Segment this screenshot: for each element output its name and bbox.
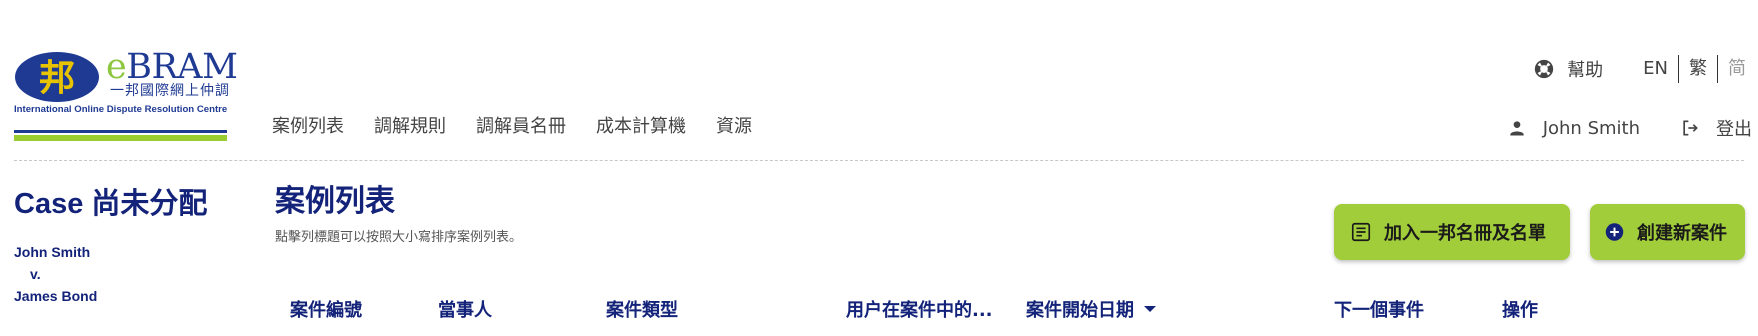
logo-chinese-name: 一邦國際網上仲調 xyxy=(110,83,230,99)
plus-circle-icon xyxy=(1605,223,1624,241)
logout-label: 登出 xyxy=(1716,119,1752,140)
column-header-actions[interactable]: 操作 xyxy=(1502,296,1538,322)
nav-mediation-rules[interactable]: 調解規則 xyxy=(374,112,446,138)
lang-en[interactable]: EN xyxy=(1633,55,1678,83)
person-icon xyxy=(1510,121,1524,136)
lang-simplified[interactable]: 简 xyxy=(1717,55,1758,83)
page-subtitle: 點擊列標題可以按照大小寫排序案例列表。 xyxy=(275,230,523,245)
logo-mark: 邦 xyxy=(15,52,99,102)
user-bar: John Smith 登出 xyxy=(1507,114,1758,142)
logo-english-name: International Online Dispute Resolution … xyxy=(14,104,228,115)
case-heading: Case 尚未分配 xyxy=(14,188,208,220)
logout-button[interactable]: 登出 xyxy=(1680,115,1758,141)
help-link[interactable]: 幫助 xyxy=(1533,56,1603,82)
registry-list-icon xyxy=(1351,222,1371,242)
column-header-user-role[interactable]: 用户在案件中的... xyxy=(846,296,993,322)
column-header-case-type[interactable]: 案件類型 xyxy=(606,296,678,322)
logout-icon xyxy=(1683,120,1698,136)
logo-mark-glyph: 邦 xyxy=(39,57,75,99)
column-header-next-event[interactable]: 下一個事件 xyxy=(1334,296,1424,322)
sort-down-icon xyxy=(1144,306,1156,312)
lang-traditional[interactable]: 繁 xyxy=(1678,55,1717,83)
column-header-start-date[interactable]: 案件開始日期 xyxy=(1026,296,1156,322)
page-title: 案例列表 xyxy=(275,185,395,218)
lifebuoy-icon xyxy=(1534,59,1554,79)
nav-cost-calculator[interactable]: 成本計算機 xyxy=(596,112,686,138)
nav-mediator-panel[interactable]: 調解員名冊 xyxy=(476,112,566,138)
help-label: 幫助 xyxy=(1567,60,1604,81)
create-case-label: 創建新案件 xyxy=(1637,223,1727,244)
add-to-registry-button[interactable]: 加入一邦名冊及名單 xyxy=(1334,204,1570,260)
logo-underline-navy xyxy=(14,130,227,133)
column-header-parties[interactable]: 當事人 xyxy=(438,296,492,322)
add-to-registry-label: 加入一邦名冊及名單 xyxy=(1384,223,1546,244)
nav-resources[interactable]: 資源 xyxy=(716,112,752,138)
header-divider xyxy=(14,160,1744,161)
create-case-button[interactable]: 創建新案件 xyxy=(1590,204,1745,260)
party-a: John Smith xyxy=(14,244,91,260)
user-name: John Smith xyxy=(1542,117,1640,139)
versus-label: v. xyxy=(30,266,41,282)
logo-underline-green xyxy=(14,135,227,141)
main-nav: 案例列表 調解規則 調解員名冊 成本計算機 資源 xyxy=(272,112,782,138)
user-profile[interactable]: John Smith xyxy=(1507,118,1640,139)
nav-case-list[interactable]: 案例列表 xyxy=(272,112,344,138)
utility-bar: 幫助 EN 繁 简 xyxy=(1533,54,1758,84)
start-date-label: 案件開始日期 xyxy=(1026,300,1134,321)
column-header-case-number[interactable]: 案件編號 xyxy=(290,296,362,322)
party-b: James Bond xyxy=(14,288,98,304)
ebram-logo[interactable]: 邦 eBRAM 一邦國際網上仲調 International Online Di… xyxy=(14,48,238,146)
